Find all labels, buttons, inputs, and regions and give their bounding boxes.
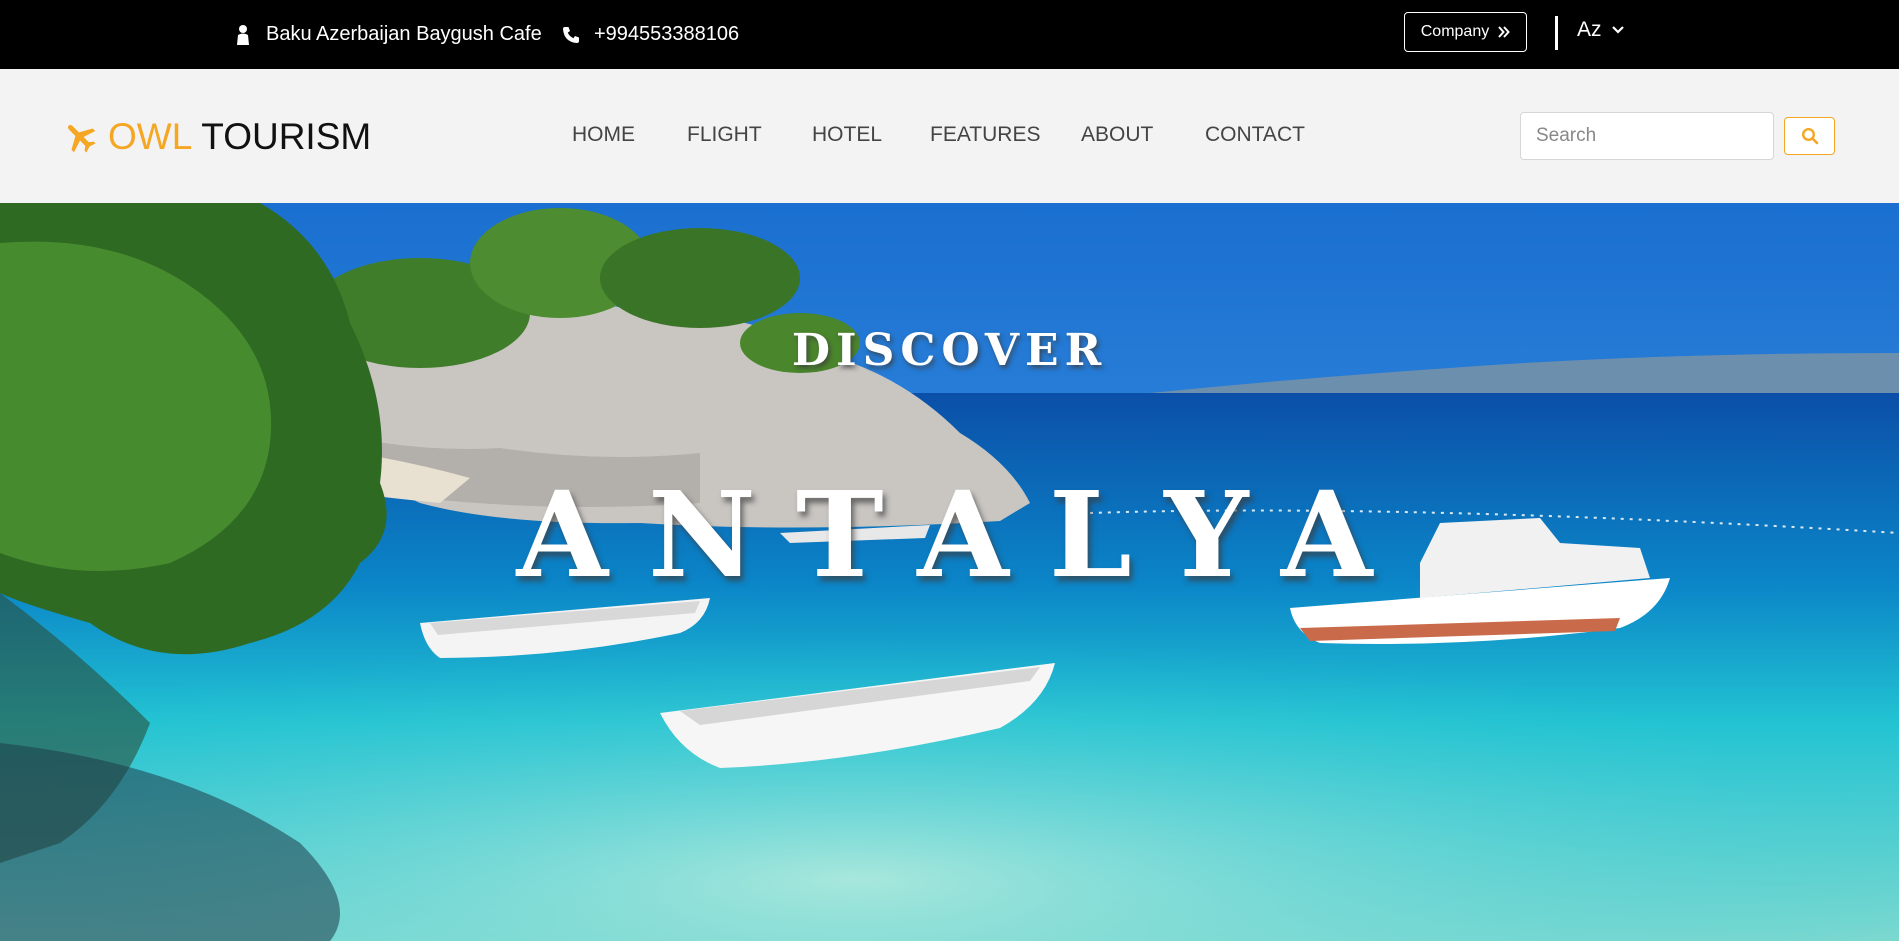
topbar-divider [1555,16,1558,50]
hero-banner: DISCOVER ANTALYA [0,203,1899,941]
person-icon [237,24,249,45]
nav-home[interactable]: HOME [572,123,635,147]
hero-title: ANTALYA [516,465,1413,604]
language-label: Az [1577,18,1602,41]
nav-features[interactable]: FEATURES [930,123,1040,147]
main-header: OWL TOURISM HOME FLIGHT HOTEL FEATURES A… [0,69,1899,203]
nav-flight[interactable]: FLIGHT [687,123,762,147]
nav-about[interactable]: ABOUT [1081,123,1153,147]
location-text: Baku Azerbaijan Baygush Cafe [266,23,542,45]
logo-tourism-text: TOURISM [201,116,372,157]
company-button[interactable]: Company [1404,12,1527,52]
search-button[interactable] [1784,117,1835,155]
site-logo[interactable]: OWL TOURISM [62,111,371,163]
hero-kicker: DISCOVER [791,325,1108,376]
phone-info[interactable]: +994553388106 [562,0,739,69]
phone-text: +994553388106 [594,23,740,45]
language-selector[interactable]: Az [1577,16,1624,44]
chevron-down-icon [1611,26,1624,34]
logo-owl-text: OWL [108,116,193,157]
nav-hotel[interactable]: HOTEL [812,123,882,147]
phone-icon [563,26,579,43]
top-bar: Baku Azerbaijan Baygush Cafe +9945533881… [0,0,1899,69]
double-chevron-right-icon [1498,26,1511,38]
company-label: Company [1420,23,1490,40]
airplane-icon [68,125,96,153]
search-input[interactable] [1520,112,1774,160]
location-info: Baku Azerbaijan Baygush Cafe [234,0,542,69]
search-icon [1801,127,1818,145]
nav-contact[interactable]: CONTACT [1205,123,1305,147]
